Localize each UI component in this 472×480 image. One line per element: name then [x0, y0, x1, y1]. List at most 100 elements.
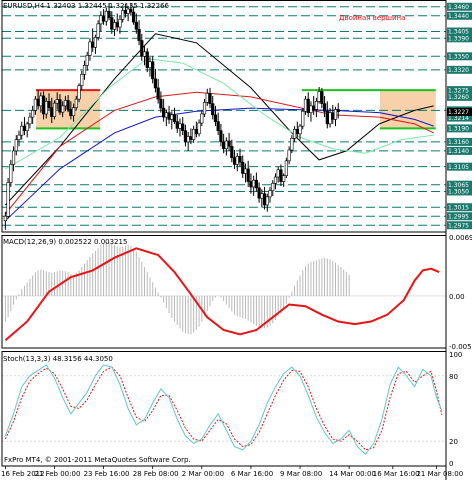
candle-body [58, 99, 62, 113]
candle-body [137, 28, 141, 41]
candle-body [243, 168, 248, 174]
macd-pane: 0.00692 0.00 -0.00587 [2, 234, 472, 351]
candle [99, 11, 103, 32]
x-axis-label: 2 Mar 00:00 [182, 470, 224, 478]
candle-body [230, 146, 234, 158]
candle [301, 108, 305, 130]
candle [222, 133, 226, 154]
candle [202, 99, 207, 118]
macd-header: MACD(12,26,9) 0.002522 0.003215 [3, 238, 127, 246]
candle [309, 101, 313, 122]
stoch-axis-label: 100 [449, 351, 462, 359]
candle-body [282, 175, 286, 182]
x-axis-label: 21 Feb 00:00 [34, 470, 80, 478]
candle-body [96, 23, 100, 38]
candle-body [262, 193, 267, 206]
candle [101, 9, 106, 25]
candle-body [301, 110, 305, 127]
candle-body [235, 156, 239, 165]
candle [312, 95, 316, 115]
candle [145, 48, 149, 73]
candle [115, 13, 119, 32]
current-price-label: 1.3227 [448, 109, 469, 116]
candle [252, 175, 256, 196]
candle-body [279, 169, 283, 182]
candle [273, 173, 278, 190]
candle [31, 105, 35, 124]
candle-body [219, 130, 223, 143]
candle [276, 166, 280, 183]
candle [28, 112, 32, 129]
candle [271, 180, 275, 196]
candle-body [309, 105, 313, 113]
candle-body [104, 10, 108, 22]
candle-body [118, 19, 122, 28]
candle-body [17, 134, 21, 140]
candle [235, 153, 239, 172]
candle-body [192, 128, 196, 140]
candle-body [85, 55, 89, 66]
candle-body [331, 112, 335, 120]
candle-body [151, 61, 155, 80]
candle [82, 60, 87, 80]
x-axis-label: 28 Feb 08:00 [133, 470, 179, 478]
candle-body [31, 110, 35, 118]
candle-body [91, 41, 95, 48]
candle-body [112, 22, 117, 30]
candle-body [82, 65, 87, 75]
candle-body [39, 95, 43, 107]
candle-body [249, 181, 253, 188]
price-axis-label: 1.3050 [448, 189, 469, 196]
candle [17, 130, 21, 147]
candle [216, 112, 220, 136]
candle-body [298, 125, 302, 135]
macd-axis-label: -0.00587 [449, 343, 472, 351]
candle [142, 46, 147, 66]
candle-body [265, 196, 269, 206]
candle-body [312, 105, 316, 110]
candle-body [55, 99, 59, 104]
candle-body [268, 190, 272, 198]
candle-body [61, 105, 65, 113]
candle-body [159, 98, 163, 109]
candle-body [328, 112, 332, 125]
macd-axis-label: 0.00692 [449, 234, 472, 242]
price-axis-label: 1.3260 [448, 94, 469, 101]
stoch-axis-label: 80 [449, 373, 458, 381]
candle-body [110, 17, 114, 30]
candle-body [205, 92, 209, 103]
price-axis-label: 1.3440 [448, 13, 469, 20]
candle-body [271, 183, 275, 191]
candle-body [322, 103, 327, 112]
candle-body [306, 98, 310, 113]
candle-body [333, 109, 338, 120]
candle-body [164, 112, 168, 118]
candle [306, 92, 310, 118]
price-axis-label: 1.2995 [448, 213, 469, 220]
candle [246, 160, 250, 187]
candle [194, 121, 198, 138]
candle [93, 34, 98, 55]
price-axis-label: 1.2975 [448, 222, 469, 229]
candle [328, 108, 332, 128]
candle-body [148, 61, 152, 68]
candle [262, 186, 267, 210]
pattern-annotation: Двойная вершина [339, 14, 405, 22]
copyright-text: FxPro MT4, © 2001-2011 MetaQuotes Softwa… [4, 456, 191, 464]
candle-body [33, 98, 37, 111]
candle-body [172, 114, 177, 122]
price-axis-label: 1.3140 [448, 148, 469, 155]
candle-body [47, 101, 51, 108]
candle-body [63, 100, 67, 107]
candle-body [93, 37, 98, 48]
candle [137, 20, 141, 46]
candle-body [145, 51, 149, 68]
candle-body [121, 10, 125, 20]
candle-body [224, 140, 228, 149]
candle-body [20, 125, 24, 136]
candle-body [162, 107, 166, 118]
candle-body [273, 176, 278, 184]
candle-body [287, 149, 291, 162]
candle-body [123, 10, 128, 14]
price-axis-label: 1.3160 [448, 139, 469, 146]
